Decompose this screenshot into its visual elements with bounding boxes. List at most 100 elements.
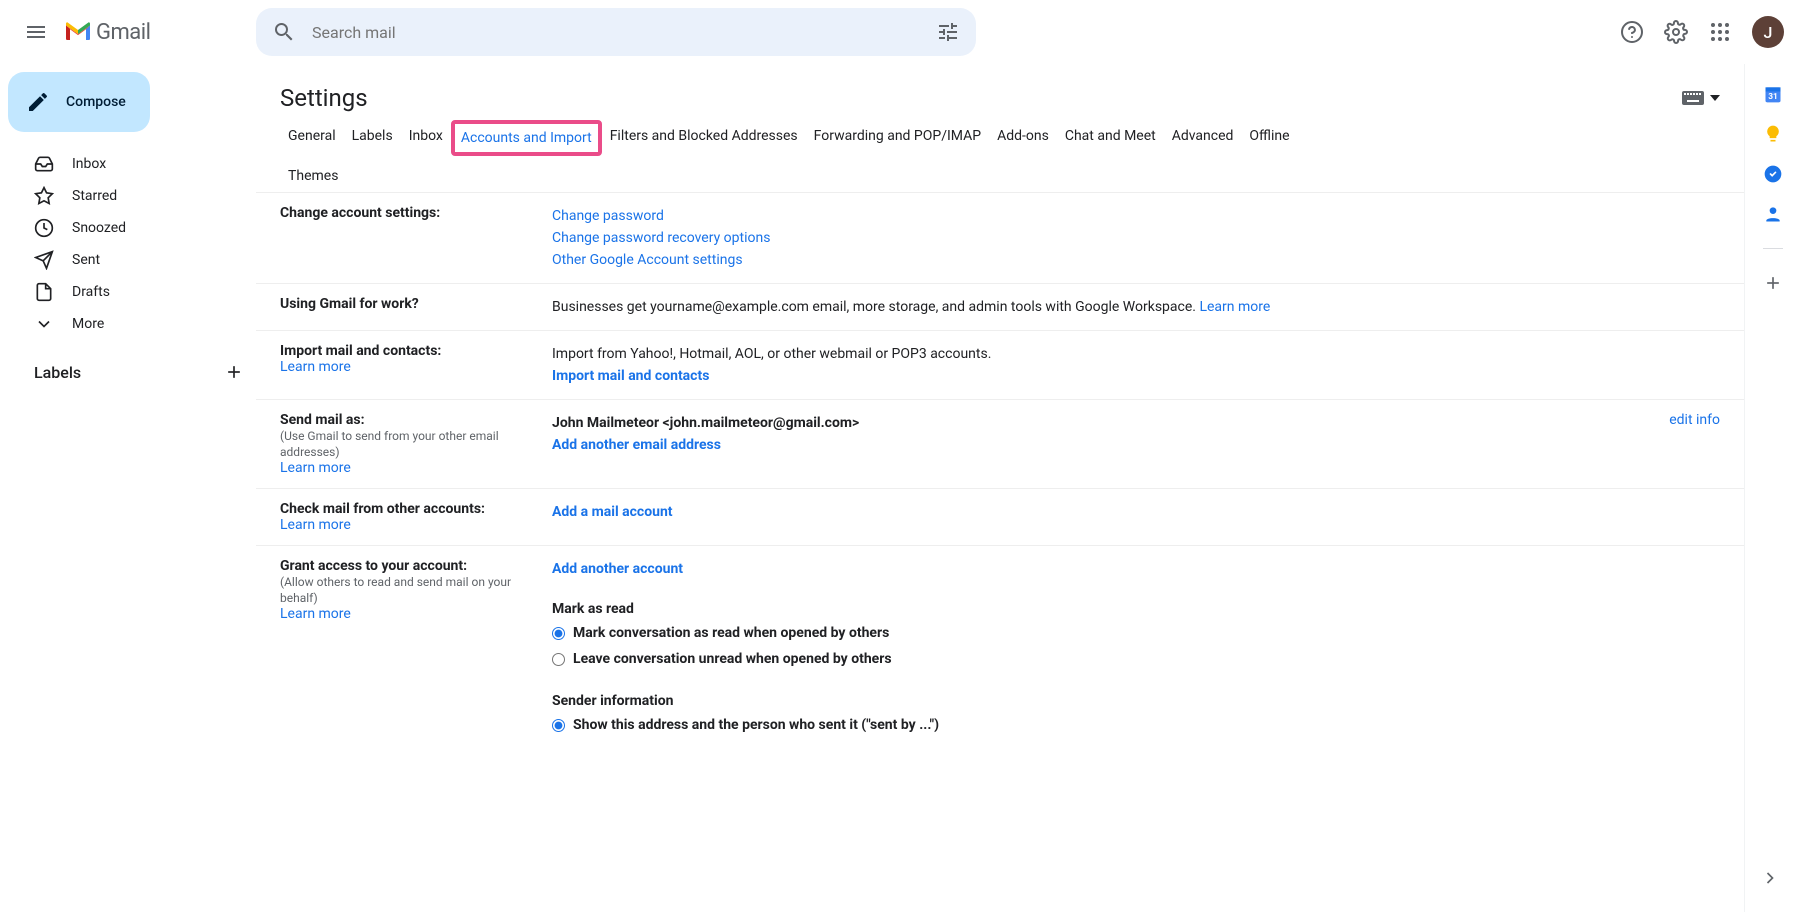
nav-more[interactable]: More <box>8 308 256 340</box>
link-other-settings[interactable]: Other Google Account settings <box>552 249 1720 271</box>
settings-tabs: General Labels Inbox Accounts and Import… <box>256 120 1744 193</box>
apps-button[interactable] <box>1700 12 1740 52</box>
section-check-mail: Check mail from other accounts: Learn mo… <box>256 489 1744 546</box>
radio-leave-unread[interactable] <box>552 653 565 666</box>
link-add-account[interactable]: Add another account <box>552 561 683 577</box>
tab-general[interactable]: General <box>280 120 344 156</box>
pencil-icon <box>26 90 50 114</box>
link-add-email[interactable]: Add another email address <box>552 437 721 453</box>
tab-chat[interactable]: Chat and Meet <box>1057 120 1164 156</box>
section-content: Add another account Mark as read Mark co… <box>552 558 1720 738</box>
gmail-logo[interactable]: Gmail <box>64 20 150 45</box>
section-send-as: Send mail as: (Use Gmail to send from yo… <box>256 400 1744 489</box>
link-edit-info[interactable]: edit info <box>1669 412 1720 428</box>
link-learn-more[interactable]: Learn more <box>280 606 351 622</box>
compose-label: Compose <box>66 94 126 110</box>
tasks-icon[interactable] <box>1763 164 1783 184</box>
search-options-button[interactable] <box>928 12 968 52</box>
nav-sent[interactable]: Sent <box>8 244 256 276</box>
header: Gmail J <box>0 0 1800 64</box>
sender-info-heading: Sender information <box>552 690 1720 712</box>
section-work: Using Gmail for work? Businesses get you… <box>256 284 1744 331</box>
inbox-icon <box>34 154 54 174</box>
section-title: Check mail from other accounts: <box>280 501 485 517</box>
search-input[interactable] <box>304 23 928 42</box>
radio-row-mark-read: Mark conversation as read when opened by… <box>552 620 1720 646</box>
search-icon <box>272 20 296 44</box>
star-icon <box>34 186 54 206</box>
keyboard-icon <box>1682 91 1704 105</box>
nav-starred[interactable]: Starred <box>8 180 256 212</box>
settings-title: Settings <box>280 84 368 112</box>
section-import: Import mail and contacts: Learn more Imp… <box>256 331 1744 400</box>
support-button[interactable] <box>1612 12 1652 52</box>
tab-themes[interactable]: Themes <box>280 156 1720 192</box>
radio-label[interactable]: Show this address and the person who sen… <box>573 714 939 736</box>
search-bar <box>256 8 976 56</box>
add-label-button[interactable] <box>224 362 244 382</box>
dropdown-icon <box>1710 95 1720 101</box>
main-menu-button[interactable] <box>12 8 60 56</box>
side-panel-divider <box>1763 248 1783 249</box>
nav-label: Sent <box>72 252 100 268</box>
section-label: Grant access to your account: (Allow oth… <box>280 558 536 738</box>
section-grant-access: Grant access to your account: (Allow oth… <box>256 546 1744 750</box>
body: Compose Inbox Starred Snoozed Sent Draft… <box>0 64 1800 912</box>
nav-label: Inbox <box>72 156 106 172</box>
help-icon <box>1620 20 1644 44</box>
settings-button[interactable] <box>1656 12 1696 52</box>
side-panel: 31 <box>1744 64 1800 912</box>
send-as-identity: John Mailmeteor <john.mailmeteor@gmail.c… <box>552 415 859 431</box>
section-title: Change account settings: <box>280 205 440 221</box>
collapse-panel-button[interactable] <box>1760 868 1780 892</box>
settings-scroll[interactable]: Settings General Labels Inbox Accounts a… <box>256 64 1744 912</box>
nav-label: Drafts <box>72 284 110 300</box>
section-label: Import mail and contacts: Learn more <box>280 343 536 387</box>
link-add-mail-account[interactable]: Add a mail account <box>552 504 673 520</box>
calendar-icon[interactable]: 31 <box>1763 84 1783 104</box>
link-import-mail[interactable]: Import mail and contacts <box>552 368 709 384</box>
radio-show-address[interactable] <box>552 719 565 732</box>
tab-forwarding[interactable]: Forwarding and POP/IMAP <box>806 120 989 156</box>
header-right: J <box>1612 12 1792 52</box>
link-recovery-options[interactable]: Change password recovery options <box>552 227 1720 249</box>
search-button[interactable] <box>264 12 304 52</box>
labels-header: Labels <box>8 356 256 388</box>
link-change-password[interactable]: Change password <box>552 205 1720 227</box>
section-title: Send mail as: <box>280 412 365 428</box>
file-icon <box>34 282 54 302</box>
tab-offline[interactable]: Offline <box>1241 120 1297 156</box>
compose-button[interactable]: Compose <box>8 72 150 132</box>
tab-accounts-and-import[interactable]: Accounts and Import <box>451 120 602 156</box>
section-change-account: Change account settings: Change password… <box>256 193 1744 284</box>
link-learn-more[interactable]: Learn more <box>280 460 351 476</box>
nav-inbox[interactable]: Inbox <box>8 148 256 180</box>
keep-icon[interactable] <box>1763 124 1783 144</box>
nav-drafts[interactable]: Drafts <box>8 276 256 308</box>
tab-labels[interactable]: Labels <box>344 120 401 156</box>
tab-filters[interactable]: Filters and Blocked Addresses <box>602 120 806 156</box>
account-avatar[interactable]: J <box>1752 16 1784 48</box>
sidebar: Compose Inbox Starred Snoozed Sent Draft… <box>0 64 256 912</box>
contacts-icon[interactable] <box>1763 204 1783 224</box>
radio-label[interactable]: Mark conversation as read when opened by… <box>573 622 889 644</box>
tab-advanced[interactable]: Advanced <box>1164 120 1242 156</box>
section-label: Using Gmail for work? <box>280 296 536 318</box>
header-left: Gmail <box>8 8 246 56</box>
section-content: John Mailmeteor <john.mailmeteor@gmail.c… <box>552 412 1574 476</box>
gmail-logo-text: Gmail <box>96 20 150 45</box>
gear-icon <box>1664 20 1688 44</box>
link-learn-more[interactable]: Learn more <box>280 517 351 533</box>
section-hint: (Use Gmail to send from your other email… <box>280 429 499 459</box>
tab-inbox[interactable]: Inbox <box>401 120 451 156</box>
radio-label[interactable]: Leave conversation unread when opened by… <box>573 648 892 670</box>
radio-mark-read[interactable] <box>552 627 565 640</box>
nav-snoozed[interactable]: Snoozed <box>8 212 256 244</box>
section-content: Import from Yahoo!, Hotmail, AOL, or oth… <box>552 343 1720 387</box>
add-app-icon[interactable] <box>1763 273 1783 293</box>
tab-addons[interactable]: Add-ons <box>989 120 1057 156</box>
send-icon <box>34 250 54 270</box>
link-learn-more[interactable]: Learn more <box>280 359 351 375</box>
link-learn-more[interactable]: Learn more <box>1199 299 1270 315</box>
input-tools-button[interactable] <box>1682 91 1720 105</box>
